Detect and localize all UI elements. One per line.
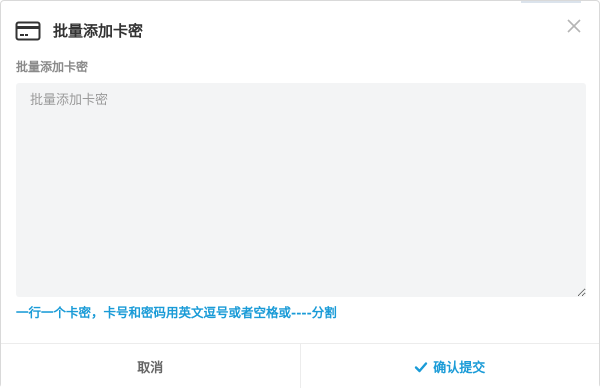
cards-textarea[interactable] [16, 83, 586, 297]
dialog-title: 批量添加卡密 [53, 22, 144, 40]
format-hint: 一行一个卡密，卡号和密码用英文逗号或者空格或----分割 [16, 305, 337, 320]
confirm-submit-button[interactable]: 确认提交 [300, 344, 599, 388]
check-icon [415, 361, 428, 372]
dialog-footer: 取消 确认提交 [1, 343, 599, 388]
dialog-header: 批量添加卡密 [1, 1, 599, 57]
add-cards-dialog: 批量添加卡密 批量添加卡密 一行一个卡密，卡号和密码用英文逗号或者空格或----… [0, 0, 600, 388]
close-icon[interactable] [565, 17, 583, 35]
credit-card-icon [15, 21, 41, 41]
confirm-button-label: 确认提交 [433, 361, 486, 376]
cancel-button-label: 取消 [137, 361, 164, 376]
cancel-button[interactable]: 取消 [1, 344, 301, 388]
cards-field-label: 批量添加卡密 [16, 60, 89, 74]
